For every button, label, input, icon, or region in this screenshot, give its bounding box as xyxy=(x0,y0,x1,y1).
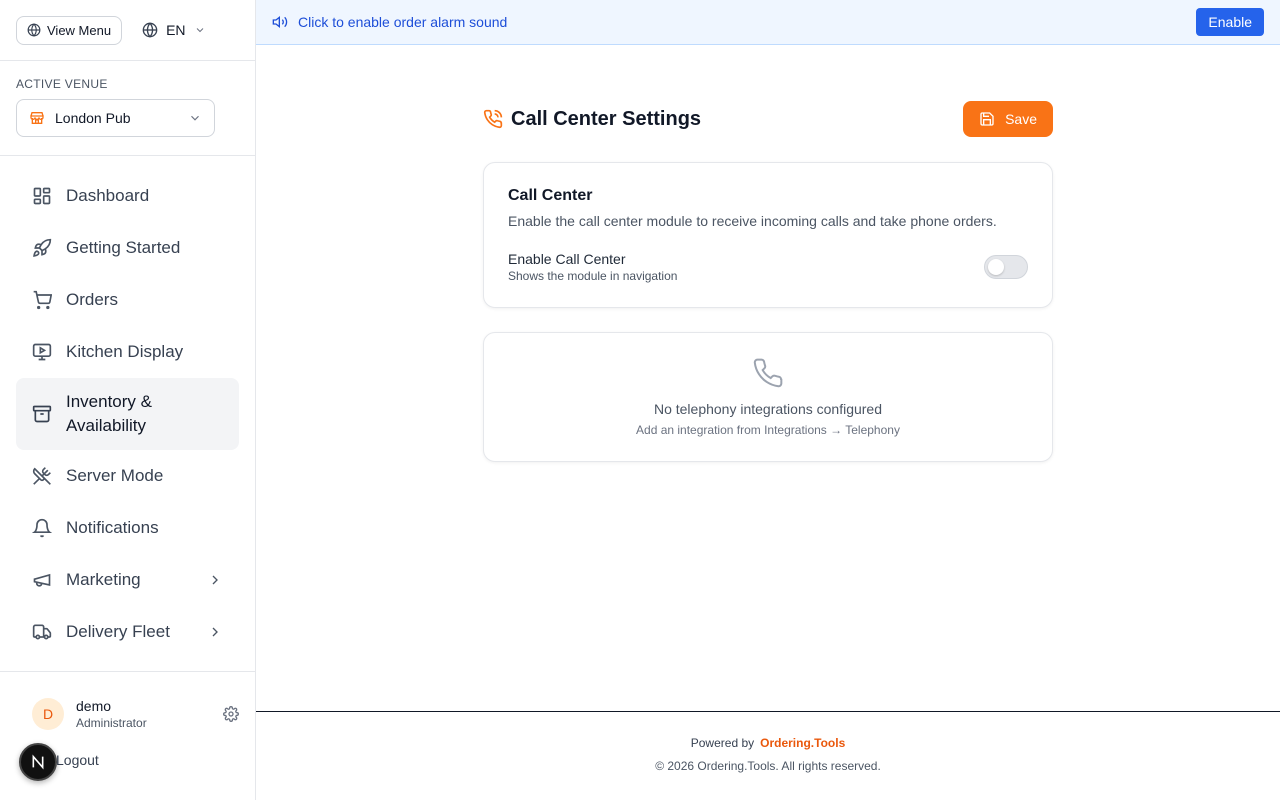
enable-sound-button[interactable]: Enable xyxy=(1196,8,1264,36)
sidebar-item-label: Marketing xyxy=(66,570,141,589)
rocket-icon xyxy=(32,238,52,258)
phone-call-icon xyxy=(483,109,503,129)
main-content: Call Center Settings Save Call Center En… xyxy=(483,101,1053,462)
toggle-text: Enable Call Center Shows the module in n… xyxy=(508,251,984,283)
copyright: © 2026 Ordering.Tools. All rights reserv… xyxy=(655,759,881,773)
call-center-card: Call Center Enable the call center modul… xyxy=(483,162,1053,308)
card-title: Call Center xyxy=(508,187,593,204)
sidebar-item-kitchen-display[interactable]: Kitchen Display xyxy=(16,326,239,378)
banner-message[interactable]: Click to enable order alarm sound xyxy=(272,14,1196,30)
n-logo-icon xyxy=(30,754,46,770)
globe-icon xyxy=(27,23,41,37)
sidebar-nav: Dashboard Getting Started Orders Kitchen… xyxy=(0,156,255,658)
chevron-down-icon xyxy=(188,111,202,125)
save-button[interactable]: Save xyxy=(963,101,1053,137)
toggle-knob xyxy=(988,259,1004,275)
empty-state-subtitle: Add an integration from Integrations → T… xyxy=(636,423,900,437)
card-description: Enable the call center module to receive… xyxy=(508,213,997,229)
truck-icon xyxy=(32,622,52,642)
sidebar: View Menu EN ACTIVE VENUE London Pub Das… xyxy=(0,0,256,800)
venue-name: London Pub xyxy=(55,110,131,126)
megaphone-icon xyxy=(32,570,52,590)
page-title: Call Center Settings xyxy=(511,107,702,130)
volume-icon xyxy=(272,14,288,30)
sidebar-item-dashboard[interactable]: Dashboard xyxy=(16,170,239,222)
sidebar-item-label: Server Mode xyxy=(66,466,164,485)
sidebar-item-label: Notifications xyxy=(66,518,159,537)
chevron-right-icon xyxy=(207,572,223,588)
sidebar-item-notifications[interactable]: Notifications xyxy=(16,502,239,554)
telephony-empty-state: No telephony integrations configured Add… xyxy=(483,332,1053,462)
page-footer: Powered by Ordering.Tools © 2026 Ordering… xyxy=(256,711,1280,800)
page-header: Call Center Settings Save xyxy=(483,101,1053,137)
sidebar-item-marketing[interactable]: Marketing xyxy=(16,554,239,606)
language-label: EN xyxy=(166,22,186,38)
store-icon xyxy=(29,110,45,126)
sidebar-item-label: Orders xyxy=(66,290,118,309)
sidebar-header: View Menu EN xyxy=(0,0,255,61)
empty-state-title: No telephony integrations configured xyxy=(653,401,883,417)
view-menu-label: View Menu xyxy=(47,22,112,38)
save-label: Save xyxy=(1005,111,1037,127)
sidebar-item-label: Delivery Fleet xyxy=(66,622,170,641)
user-role: Administrator xyxy=(76,716,147,730)
chevron-down-icon xyxy=(194,24,206,36)
phone-icon xyxy=(752,357,784,389)
avatar: D xyxy=(32,698,64,730)
powered-by: Powered by Ordering.Tools xyxy=(256,736,1280,750)
venue-label: ACTIVE VENUE xyxy=(16,77,108,91)
sidebar-item-label: Kitchen Display xyxy=(66,342,184,361)
monitor-icon xyxy=(32,342,52,362)
gear-icon[interactable] xyxy=(223,706,239,722)
chevron-right-icon xyxy=(207,624,223,640)
bell-icon xyxy=(32,518,52,538)
language-selector[interactable]: EN xyxy=(142,22,205,38)
venue-section: ACTIVE VENUE London Pub xyxy=(0,61,255,156)
user-info: demo Administrator xyxy=(76,698,211,730)
enable-call-center-toggle[interactable] xyxy=(984,255,1028,279)
archive-icon xyxy=(32,404,52,424)
sidebar-item-label: Getting Started xyxy=(66,238,181,257)
dashboard-icon xyxy=(32,186,52,206)
nextjs-dev-badge[interactable] xyxy=(19,743,57,781)
sidebar-item-inventory[interactable]: Inventory & Availability xyxy=(16,378,239,450)
user-profile: D demo Administrator xyxy=(16,698,239,730)
venue-select[interactable]: London Pub xyxy=(16,99,215,137)
alarm-banner: Click to enable order alarm sound Enable xyxy=(256,0,1280,45)
toggle-description: Shows the module in navigation xyxy=(508,269,678,283)
utensils-crossed-icon xyxy=(32,466,52,486)
sidebar-item-label: Inventory & Availability xyxy=(66,392,152,435)
banner-text: Click to enable order alarm sound xyxy=(298,14,508,30)
sidebar-item-orders[interactable]: Orders xyxy=(16,274,239,326)
brand-link[interactable]: Ordering.Tools xyxy=(760,736,845,750)
globe-icon xyxy=(142,22,158,38)
sidebar-item-server-mode[interactable]: Server Mode xyxy=(16,450,239,502)
cart-icon xyxy=(32,290,52,310)
logout-label: Logout xyxy=(56,752,99,768)
view-menu-button[interactable]: View Menu xyxy=(16,15,123,45)
enable-call-center-row: Enable Call Center Shows the module in n… xyxy=(508,251,1028,283)
toggle-label: Enable Call Center xyxy=(508,251,626,267)
powered-by-label: Powered by xyxy=(690,736,755,750)
sidebar-item-getting-started[interactable]: Getting Started xyxy=(16,222,239,274)
page-title-wrap: Call Center Settings xyxy=(483,108,963,131)
sidebar-item-label: Dashboard xyxy=(66,186,150,205)
user-name: demo xyxy=(76,698,112,714)
sidebar-item-delivery-fleet[interactable]: Delivery Fleet xyxy=(16,606,239,658)
save-icon xyxy=(979,111,995,127)
